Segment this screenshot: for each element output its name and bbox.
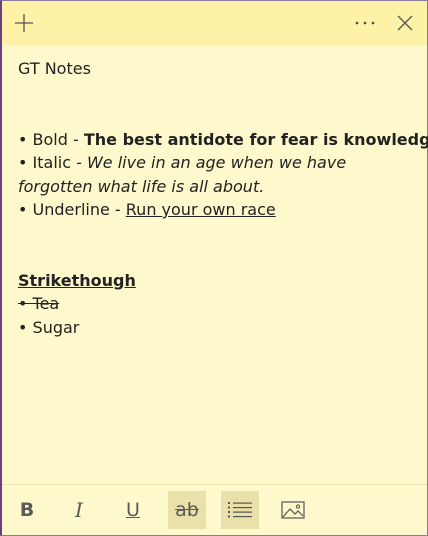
bullet-list-button[interactable] xyxy=(221,491,259,529)
bold-example-line: • Bold - The best antidote for fear is k… xyxy=(18,128,428,152)
ellipsis-icon xyxy=(355,21,375,25)
empty-line xyxy=(18,245,417,269)
bold-prefix: Bold - xyxy=(32,129,84,149)
list-item-text: Sugar xyxy=(32,317,80,337)
image-icon xyxy=(281,501,305,519)
close-icon xyxy=(397,15,413,31)
plus-icon xyxy=(15,14,33,32)
insert-image-button[interactable] xyxy=(274,491,312,529)
underline-example-line: • Underline - Run your own race xyxy=(18,198,417,222)
menu-button[interactable] xyxy=(345,1,385,45)
empty-line xyxy=(18,81,417,105)
list-item: • Sugar xyxy=(18,316,417,340)
bullet: • xyxy=(18,200,33,219)
empty-line xyxy=(18,104,417,128)
close-button[interactable] xyxy=(385,1,425,45)
bold-text: The best antidote for fear is knowledge xyxy=(83,129,428,149)
italic-prefix: Italic - xyxy=(32,153,87,172)
title-bar xyxy=(2,1,427,45)
bullet: • xyxy=(18,153,33,172)
note-title: GT Notes xyxy=(18,59,91,78)
sticky-note-window: GT Notes • Bold - The best antidote for … xyxy=(0,0,428,536)
new-note-button[interactable] xyxy=(4,1,44,45)
list-item-text: Tea xyxy=(32,294,60,313)
bullet: • xyxy=(18,129,33,149)
note-editor[interactable]: GT Notes • Bold - The best antidote for … xyxy=(18,57,428,340)
empty-line xyxy=(18,222,417,246)
strikethrough-button[interactable]: ab xyxy=(168,491,206,529)
bold-button[interactable]: B xyxy=(8,491,46,529)
strikethrough-heading: Strikethough xyxy=(18,270,136,290)
bullet-list-icon xyxy=(228,502,252,518)
list-item-struck: • Tea xyxy=(18,292,417,316)
underline-prefix: Underline - xyxy=(32,200,126,219)
bullet: • xyxy=(18,294,33,313)
underline-text: Run your own race xyxy=(125,200,276,219)
formatting-toolbar: B I U ab xyxy=(2,484,427,535)
italic-example-line: • Italic - We live in an age when we hav… xyxy=(18,151,417,198)
italic-button[interactable]: I xyxy=(60,491,98,529)
underline-button[interactable]: U xyxy=(114,491,152,529)
bullet: • xyxy=(18,317,33,337)
